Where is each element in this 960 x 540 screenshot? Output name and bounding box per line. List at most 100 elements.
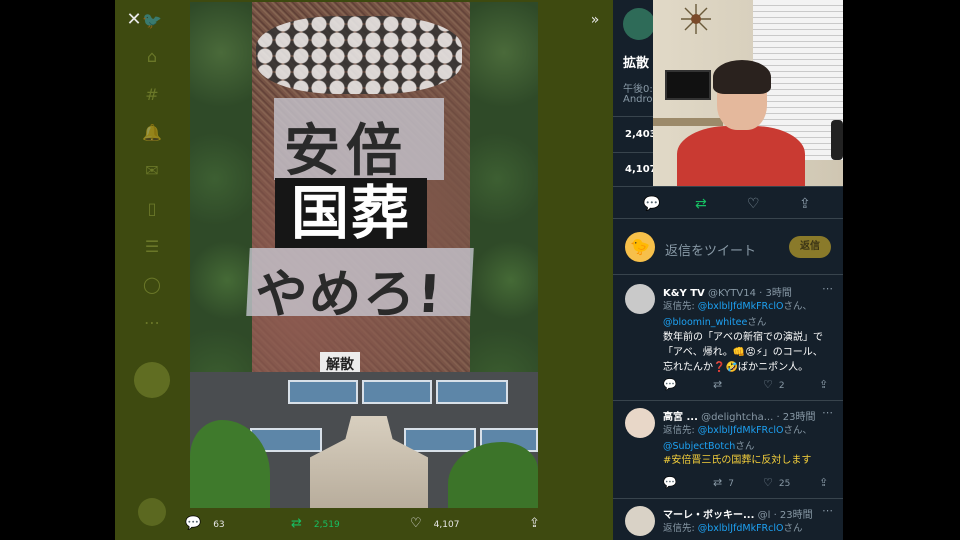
more-menu-icon: ⋯: [144, 313, 160, 332]
reply-to-line: 返信先: @bxlblJfdMkFRclOさん、: [663, 422, 812, 436]
banner-bottom: やめろ!: [246, 248, 474, 325]
sunburst-clock: [681, 4, 711, 34]
reply-to-prefix: 返信先:: [663, 523, 698, 534]
police-bus: [436, 380, 508, 404]
like-action[interactable]: ♡ 2: [763, 378, 785, 391]
police-bus: [288, 380, 358, 404]
reply-to-prefix: 返信先:: [663, 301, 698, 312]
banner-top: 安倍: [274, 98, 444, 184]
reply-tweet[interactable]: K&Y TV @KYTV14 · 3時間 ⋯ 返信先: @bxlblJfdMkF…: [613, 276, 843, 400]
like-count: 2: [778, 381, 785, 391]
retweet-action[interactable]: ⇄ 7: [713, 476, 734, 489]
reply-to-suffix: さん: [783, 523, 803, 534]
like-stat[interactable]: 4,107: [625, 164, 657, 175]
reply-to-line-2: @bloomin_whiteeさん: [663, 314, 766, 328]
profile-icon: ◯: [143, 275, 161, 294]
reply-icon[interactable]: 💬: [663, 476, 677, 489]
reply-to-prefix: 返信先:: [663, 425, 698, 436]
tweet-body-line: 忘れたんか❓🤣ばかニポン人。: [663, 362, 809, 373]
divider: [613, 274, 843, 275]
reply-count: 63: [213, 520, 225, 530]
divider: [613, 218, 843, 219]
like-count: 4,107: [433, 520, 460, 530]
police-bus: [362, 380, 432, 404]
reply-to-suffix: さん: [747, 317, 767, 328]
reply-tweet[interactable]: 高宮 ... @delightcha... · 23時間 ⋯ 返信先: @bxl…: [613, 400, 843, 498]
reply-icon[interactable]: 💬: [663, 378, 677, 391]
retweet-count: 7: [728, 479, 734, 489]
tweet-header: マーレ・ボッキー... @l · 23時間: [663, 506, 813, 521]
share-icon[interactable]: ⇪: [799, 196, 811, 212]
reply-to-line: 返信先: @bxlblJfdMkFRclOさん、: [663, 298, 812, 312]
more-icon[interactable]: ⋯: [822, 406, 833, 419]
like-action[interactable]: ♡ 4,107: [410, 516, 459, 532]
more-icon[interactable]: ⋯: [822, 504, 833, 517]
dimmed-side-nav: 🐦 ⌂ # 🔔 ✉ ▯ ☰ ◯ ⋯: [115, 0, 189, 540]
mention-link[interactable]: @bxlblJfdMkFRclO: [698, 425, 784, 436]
retweet-count: 2,519: [313, 520, 340, 530]
collapse-icon[interactable]: »: [583, 8, 607, 32]
hashtag-link[interactable]: #安倍晋三氏の国葬に反対します: [663, 453, 811, 468]
share-icon[interactable]: ⇪: [819, 476, 828, 489]
retweet-icon[interactable]: ⇄: [695, 196, 707, 212]
retweet-stat[interactable]: 2,403: [625, 129, 657, 140]
webcam-overlay: [653, 0, 843, 186]
retweet-icon: ⇄: [291, 516, 302, 531]
retweet-action[interactable]: ⇄ 2,519: [291, 516, 340, 532]
tweet-timestamp[interactable]: 午後0:: [623, 80, 653, 95]
mention-link[interactable]: @bxlblJfdMkFRclO: [698, 523, 784, 534]
reply-icon[interactable]: 💬: [643, 196, 660, 212]
person-body: [677, 126, 805, 186]
reply-to-line: 返信先: @bxlblJfdMkFRclOさん: [663, 520, 803, 534]
reply-input[interactable]: 返信をツイート: [665, 240, 756, 259]
messages-icon: ✉: [145, 161, 159, 180]
overlay-title: 国葬: [275, 178, 427, 248]
share-icon: ⇪: [529, 516, 540, 531]
notifications-icon: 🔔: [142, 123, 162, 142]
like-action[interactable]: ♡ 25: [763, 476, 790, 489]
mention-link[interactable]: @bxlblJfdMkFRclO: [698, 301, 784, 312]
author-avatar[interactable]: [623, 8, 655, 40]
my-avatar: 🐤: [625, 232, 655, 262]
retweet-icon[interactable]: ⇄: [713, 378, 722, 391]
tweet-avatar[interactable]: [625, 284, 655, 314]
protest-photo[interactable]: 安倍 やめろ! 国葬 解散: [190, 2, 538, 508]
tweet-avatar[interactable]: [625, 408, 655, 438]
reply-button[interactable]: 返信: [789, 236, 831, 258]
author-name[interactable]: 拡散: [623, 52, 649, 71]
divider: [613, 186, 843, 187]
reply-to-suffix: さん: [735, 441, 755, 452]
reply-tweet[interactable]: マーレ・ボッキー... @l · 23時間 ⋯ 返信先: @bxlblJfdMk…: [613, 498, 843, 540]
reply-to-line-2: @SubjectBotchさん: [663, 438, 754, 452]
bookmarks-icon: ▯: [147, 199, 157, 218]
like-icon: ♡: [410, 516, 422, 531]
banner-bottom-text: やめろ!: [253, 265, 445, 325]
mention-link[interactable]: @bloomin_whitee: [663, 317, 747, 328]
screen: 🐦 ⌂ # 🔔 ✉ ▯ ☰ ◯ ⋯ ✕ » 安倍 やめろ! 国葬 解散 💬 63…: [0, 0, 960, 540]
tweet-header: K&Y TV @KYTV14 · 3時間: [663, 284, 792, 299]
balloons: [256, 16, 462, 94]
close-icon[interactable]: ✕: [122, 8, 146, 32]
tweet-compose-icon: [134, 362, 170, 398]
share-action[interactable]: ⇪: [529, 516, 552, 532]
microphone: [831, 120, 843, 160]
person-hair: [713, 60, 771, 94]
reply-icon: 💬: [185, 516, 202, 531]
tweet-body-line: 数年前の「アべの新宿での演説」で: [663, 332, 823, 343]
tweet-avatar[interactable]: [625, 506, 655, 536]
mention-link[interactable]: @SubjectBotch: [663, 441, 735, 452]
like-icon[interactable]: ♡: [747, 196, 760, 212]
police-bus: [404, 428, 476, 452]
monitor: [665, 70, 711, 100]
reply-to-suffix: さん、: [783, 301, 812, 312]
desk: [653, 118, 723, 126]
reply-to-suffix: さん、: [783, 425, 812, 436]
share-icon[interactable]: ⇪: [819, 378, 828, 391]
more-icon[interactable]: ⋯: [822, 282, 833, 295]
hashtag-icon: #: [145, 85, 159, 104]
reply-action[interactable]: 💬 63: [185, 516, 225, 532]
tweet-header: 高宮 ... @delightcha... · 23時間: [663, 408, 816, 423]
like-count: 25: [778, 479, 791, 489]
account-avatar-icon: [138, 498, 166, 526]
home-icon: ⌂: [146, 47, 158, 66]
